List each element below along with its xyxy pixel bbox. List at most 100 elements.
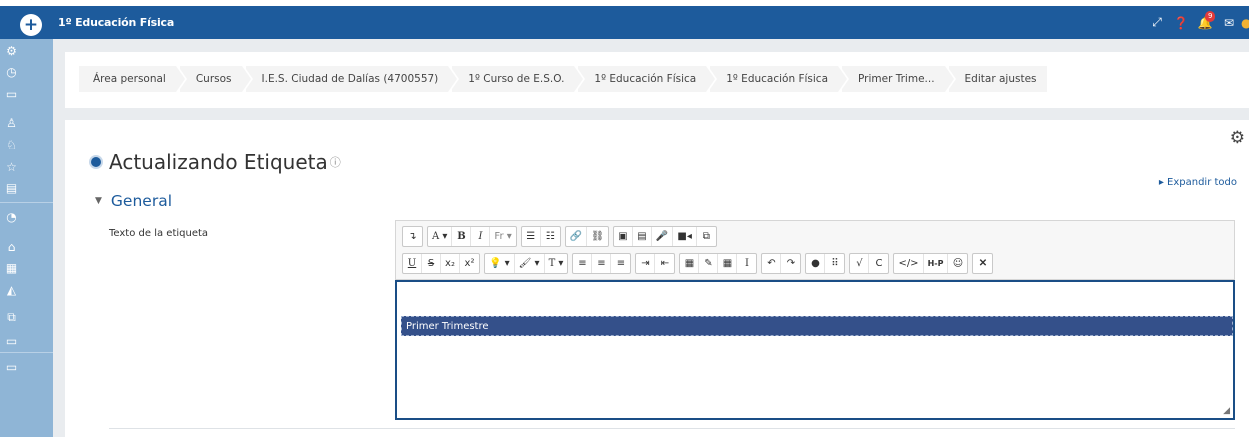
course-title[interactable]: 1º Educación Física (58, 16, 174, 29)
expand-all-label: Expandir todo (1167, 177, 1237, 188)
page-title: Actualizando Etiqueta ⓘ (91, 150, 341, 174)
accessibility-checker-button[interactable]: ● (806, 254, 826, 273)
top-navbar: + 1º Educación Física ⤢ ❓ 🔔 9 ✉ ● (0, 0, 1249, 39)
breadcrumb-item[interactable]: Área personal (79, 66, 187, 92)
special-chars-button[interactable]: C (869, 254, 888, 273)
undo-button[interactable]: ↶ (762, 254, 782, 273)
breadcrumb-item[interactable]: Cursos (179, 66, 253, 92)
unlink-button[interactable]: ⛓ (587, 227, 608, 246)
files-icon[interactable]: ⧉ (0, 309, 23, 325)
highlight-button[interactable]: 💡 ▾ (485, 254, 515, 273)
indent-button[interactable]: ⇥ (636, 254, 656, 273)
toolbar-group: 🔗 ⛓ (564, 226, 609, 247)
font-family-button[interactable]: Fr ▾ (490, 227, 515, 246)
ordered-list-button[interactable]: ☷ (541, 227, 560, 246)
breadcrumb-item[interactable]: Primer Trime... (842, 66, 956, 92)
help-icon[interactable]: ❓ (1169, 16, 1193, 30)
toolbar-group: ↴ (402, 226, 423, 247)
screenreader-helper-button[interactable]: ⠿ (825, 254, 844, 273)
unordered-list-button[interactable]: ☰ (522, 227, 541, 246)
redo-button[interactable]: ↷ (781, 254, 800, 273)
star-icon[interactable]: ☆ (0, 159, 23, 175)
breadcrumb: Área personal Cursos I.E.S. Ciudad de Da… (79, 66, 1051, 92)
calculator-button[interactable]: ▦ (680, 254, 700, 273)
breadcrumb-item[interactable]: Editar ajustes (948, 66, 1047, 92)
edit-button[interactable]: ✎ (699, 254, 719, 273)
breadcrumb-item[interactable]: 1º Curso de E.S.O. (452, 66, 586, 92)
toolbar-group: U S x₂ x² (402, 253, 480, 274)
expand-all-link[interactable]: ▸ Expandir todo (1159, 177, 1237, 188)
clear-formatting-button[interactable]: I (737, 254, 756, 273)
field-label: Texto de la etiqueta (109, 228, 209, 239)
sidebar-divider (0, 202, 53, 203)
align-right-button[interactable]: ≡ (611, 254, 630, 273)
editor-content-area[interactable]: Primer Trimestre ◢ (395, 280, 1235, 420)
badge-icon[interactable]: ♘ (0, 137, 23, 153)
avatar[interactable]: ● (1241, 16, 1249, 30)
graduation-icon[interactable]: ◭ (0, 282, 23, 298)
bell-icon[interactable]: 🔔 9 (1193, 10, 1217, 30)
toolbar-toggle-button[interactable]: ↴ (403, 227, 422, 246)
folder-icon[interactable]: ▭ (0, 333, 23, 349)
folder-icon[interactable]: ▭ (0, 86, 23, 102)
toolbar-group: ☰ ☷ (520, 226, 561, 247)
toolbar-row-1: ↴ A ▾ B I Fr ▾ ☰ ☷ 🔗 ⛓ ▣ ▤ 🎤 ■◂ ⧉ (402, 226, 717, 247)
expand-icon[interactable]: ⤢ (1145, 15, 1169, 30)
text-color-button[interactable]: 🖌 ▾ (515, 254, 545, 273)
emoji-button[interactable]: ☺ (948, 254, 967, 273)
equation-button[interactable]: √ (850, 254, 870, 273)
manage-files-button[interactable]: ⧉ (697, 227, 716, 246)
help-icon[interactable]: ⓘ (330, 154, 341, 170)
align-left-button[interactable]: ≡ (573, 254, 593, 273)
breadcrumb-card: Área personal Cursos I.E.S. Ciudad de Da… (65, 52, 1249, 108)
sidebar: ⚙ ◷ ▭ ♙ ♘ ☆ ▤ ◔ ⌂ ▦ ◭ ⧉ ▭ ▭ (0, 39, 53, 437)
toolbar-group: √ C (849, 253, 890, 274)
link-button[interactable]: 🔗 (566, 227, 588, 246)
media-button[interactable]: ▤ (633, 227, 652, 246)
fullscreen-button[interactable]: ✕ (973, 254, 992, 273)
italic-button[interactable]: I (471, 227, 491, 246)
font-color-button[interactable]: A ▾ (428, 227, 453, 246)
underline-button[interactable]: U (403, 254, 422, 273)
breadcrumb-item[interactable]: 1º Educación Física (578, 66, 717, 92)
image-button[interactable]: ▣ (614, 227, 633, 246)
calendar-icon[interactable]: ▦ (0, 260, 23, 276)
toolbar-group: ⇥ ⇤ (635, 253, 676, 274)
table-button[interactable]: ▦ (718, 254, 738, 273)
font-size-button[interactable]: T ▾ (545, 254, 568, 273)
align-center-button[interactable]: ≡ (592, 254, 612, 273)
toolbar-group: A ▾ B I Fr ▾ (427, 226, 517, 247)
gear-icon[interactable]: ⚙ (1230, 128, 1245, 148)
book-icon[interactable]: ▤ (0, 180, 23, 196)
breadcrumb-item[interactable]: I.E.S. Ciudad de Dalías (4700557) (245, 66, 460, 92)
toolbar-group: ▣ ▤ 🎤 ■◂ ⧉ (612, 226, 717, 247)
record-audio-button[interactable]: 🎤 (652, 227, 674, 246)
toolbar-group: ↶ ↷ (761, 253, 802, 274)
superscript-button[interactable]: x² (460, 254, 479, 273)
page-title-text: Actualizando Etiqueta (109, 150, 328, 174)
toolbar-group: ≡ ≡ ≡ (572, 253, 632, 274)
cogs-icon[interactable]: ⚙ (0, 43, 23, 59)
home-icon[interactable]: ⌂ (0, 239, 23, 255)
subscript-button[interactable]: x₂ (441, 254, 460, 273)
resize-handle-icon[interactable]: ◢ (1223, 406, 1230, 416)
outdent-button[interactable]: ⇤ (655, 254, 674, 273)
selected-text[interactable]: Primer Trimestre (401, 316, 1233, 336)
breadcrumb-item[interactable]: 1º Educación Física (710, 66, 849, 92)
mail-icon[interactable]: ✉ (1217, 16, 1241, 30)
folder-icon[interactable]: ▭ (0, 359, 23, 375)
html-button[interactable]: </> (894, 254, 924, 273)
toolbar-row-2: U S x₂ x² 💡 ▾ 🖌 ▾ T ▾ ≡ ≡ ≡ ⇥ ⇤ ▦ ✎ ▦ I … (402, 253, 994, 274)
strikethrough-button[interactable]: S (422, 254, 441, 273)
clock-icon[interactable]: ◷ (0, 64, 23, 80)
record-video-button[interactable]: ■◂ (673, 227, 697, 246)
users-icon[interactable]: ♙ (0, 115, 23, 131)
section-title: General (110, 192, 173, 210)
editor-toolbar: ↴ A ▾ B I Fr ▾ ☰ ☷ 🔗 ⛓ ▣ ▤ 🎤 ■◂ ⧉ U S x₂… (395, 220, 1235, 280)
add-icon[interactable]: + (20, 14, 42, 36)
main-content: ⚙ Actualizando Etiqueta ⓘ ▸ Expandir tod… (65, 120, 1249, 437)
section-general-header[interactable]: ▼ General (95, 192, 172, 210)
h5p-button[interactable]: H-P (924, 254, 949, 273)
dashboard-icon[interactable]: ◔ (0, 209, 23, 225)
bold-button[interactable]: B (452, 227, 472, 246)
